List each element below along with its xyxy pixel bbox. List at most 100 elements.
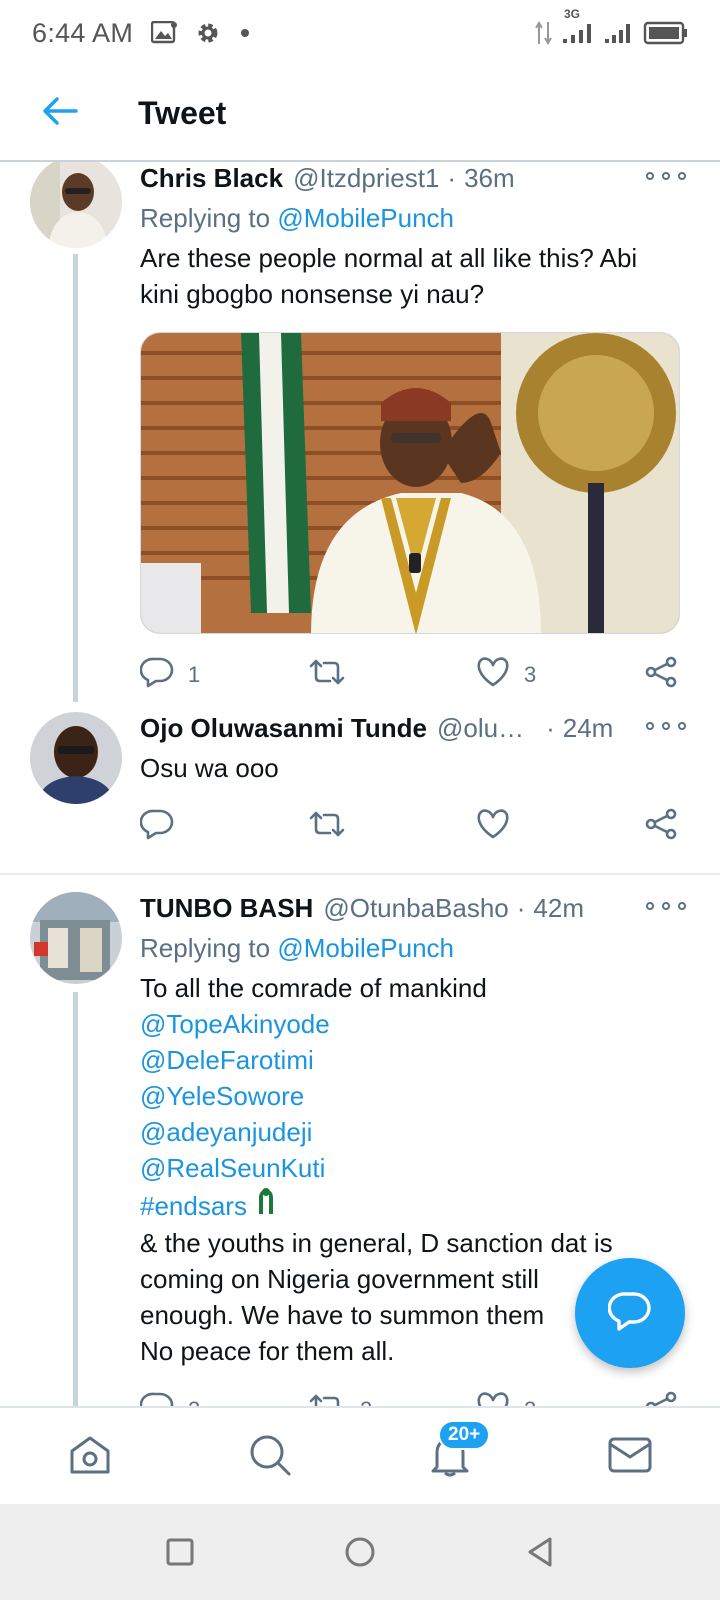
reply-icon (139, 808, 174, 846)
hashtag-link[interactable]: #endsars (140, 1188, 247, 1224)
mention-link[interactable]: @TopeAkinyode (140, 1006, 690, 1042)
tweet-timestamp: 36m (464, 163, 515, 193)
tweet-text-line: kini gbogbo nonsense yi nau? (140, 279, 485, 309)
like-button[interactable]: 2 (476, 1385, 536, 1406)
endsars-emoji-icon (253, 1186, 279, 1225)
like-button[interactable]: 3 (476, 650, 536, 700)
mention-link[interactable]: @RealSeunKuti (140, 1150, 690, 1186)
more-options-icon[interactable] (646, 896, 686, 916)
author-name[interactable]: TUNBO BASH (140, 892, 313, 924)
retweet-button[interactable] (308, 802, 360, 852)
compose-reply-button[interactable] (575, 1258, 685, 1368)
signal-icon (604, 21, 634, 45)
reply-button[interactable] (139, 802, 188, 852)
tweet-item[interactable]: Chris Black @Itzdpriest1 · 36m Replying … (0, 162, 720, 702)
thread-line (73, 254, 78, 702)
share-button[interactable] (644, 1385, 678, 1406)
replying-to: Replying to @MobilePunch (140, 200, 690, 236)
share-button[interactable] (644, 802, 678, 852)
avatar[interactable] (30, 162, 122, 248)
nav-home[interactable] (50, 1408, 130, 1506)
mention-link[interactable]: @adeyanjudeji (140, 1114, 690, 1150)
share-icon (644, 656, 678, 694)
signal-icon: 3G (562, 7, 596, 45)
heart-icon (476, 657, 510, 693)
recents-square-icon (165, 1537, 195, 1572)
reply-icon (139, 1391, 174, 1406)
dot-icon (239, 27, 251, 39)
avatar[interactable] (30, 892, 122, 984)
replying-label: Replying to (140, 203, 271, 233)
search-icon (248, 1433, 292, 1482)
tweet-item[interactable]: Ojo Oluwasanmi Tunde @olu… · 24m Osu wa … (0, 712, 720, 854)
reply-button[interactable]: 2 (139, 1385, 200, 1406)
back-button-system[interactable] (510, 1524, 570, 1584)
tweet-feed[interactable]: Chris Black @Itzdpriest1 · 36m Replying … (0, 162, 720, 1406)
retweet-icon (308, 657, 346, 693)
nav-messages[interactable] (590, 1408, 670, 1506)
separator: · (546, 713, 555, 743)
page-title: Tweet (138, 94, 227, 131)
messages-icon (607, 1435, 653, 1480)
bottom-nav (0, 1406, 720, 1504)
tweet-text: Osu wa ooo (140, 753, 279, 783)
retweet-button[interactable] (308, 650, 360, 700)
reply-count: 2 (188, 1397, 200, 1406)
status-bar: 6:44 AM 3G (0, 0, 720, 66)
home-button[interactable] (330, 1524, 390, 1584)
reply-button[interactable]: 1 (139, 650, 201, 700)
retweet-button[interactable]: 2 (308, 1385, 372, 1406)
like-button[interactable] (476, 802, 524, 852)
heart-icon (476, 1392, 510, 1406)
retweet-icon (308, 809, 346, 845)
tweet-actions: 1 3 (139, 650, 690, 700)
reply-icon (139, 656, 174, 694)
author-handle: @OtunbaBasho (323, 893, 509, 923)
avatar[interactable] (30, 712, 122, 804)
like-count: 2 (524, 1397, 536, 1406)
mention-link[interactable]: @MobilePunch (277, 933, 454, 963)
mention-link[interactable]: @DeleFarotimi (140, 1042, 690, 1078)
tweet-timestamp: 24m (562, 713, 614, 743)
notification-badge: 20+ (438, 1420, 491, 1450)
tweet-timestamp: 42m (533, 893, 584, 923)
replying-to: Replying to @MobilePunch (140, 930, 690, 966)
status-time: 6:44 AM (32, 17, 134, 48)
battery-icon (642, 21, 688, 45)
gear-icon (195, 20, 221, 46)
gallery-icon (151, 21, 178, 45)
like-count: 3 (524, 662, 537, 687)
tweet-text-line: Are these people normal at all like this… (140, 243, 638, 273)
author-name[interactable]: Ojo Oluwasanmi Tunde (140, 712, 427, 744)
tweet-image[interactable] (140, 332, 680, 634)
separator: · (516, 893, 526, 923)
arrow-left-icon (42, 96, 78, 131)
retweet-count: 2 (360, 1397, 372, 1406)
recents-button[interactable] (150, 1524, 210, 1584)
more-options-icon[interactable] (646, 716, 686, 736)
nav-search[interactable] (230, 1408, 310, 1506)
tweet-actions: 2 2 2 (139, 1385, 690, 1406)
back-button[interactable] (30, 83, 90, 143)
system-nav (0, 1504, 720, 1600)
tweet-text-line: & the youths in general, D sanction dat … (140, 1228, 613, 1258)
share-icon (644, 808, 678, 846)
author-name[interactable]: Chris Black (140, 162, 283, 194)
thread-line (73, 992, 78, 1406)
share-button[interactable] (644, 650, 678, 700)
mention-link[interactable]: @YeleSowore (140, 1078, 690, 1114)
back-triangle-icon (524, 1536, 556, 1573)
divider (0, 873, 720, 875)
home-circle-icon (344, 1536, 376, 1573)
replying-label: Replying to (140, 933, 271, 963)
compose-reply-icon (607, 1290, 652, 1337)
reply-count: 1 (188, 662, 201, 687)
header: Tweet (0, 66, 720, 162)
tweet-actions (139, 802, 690, 852)
data-arrows-icon (534, 20, 554, 46)
tweet-text-line: To all the comrade of mankind (140, 973, 487, 1003)
heart-icon (476, 809, 510, 845)
mention-link[interactable]: @MobilePunch (277, 203, 454, 233)
more-options-icon[interactable] (646, 166, 686, 186)
author-handle: @olu… (437, 713, 525, 743)
